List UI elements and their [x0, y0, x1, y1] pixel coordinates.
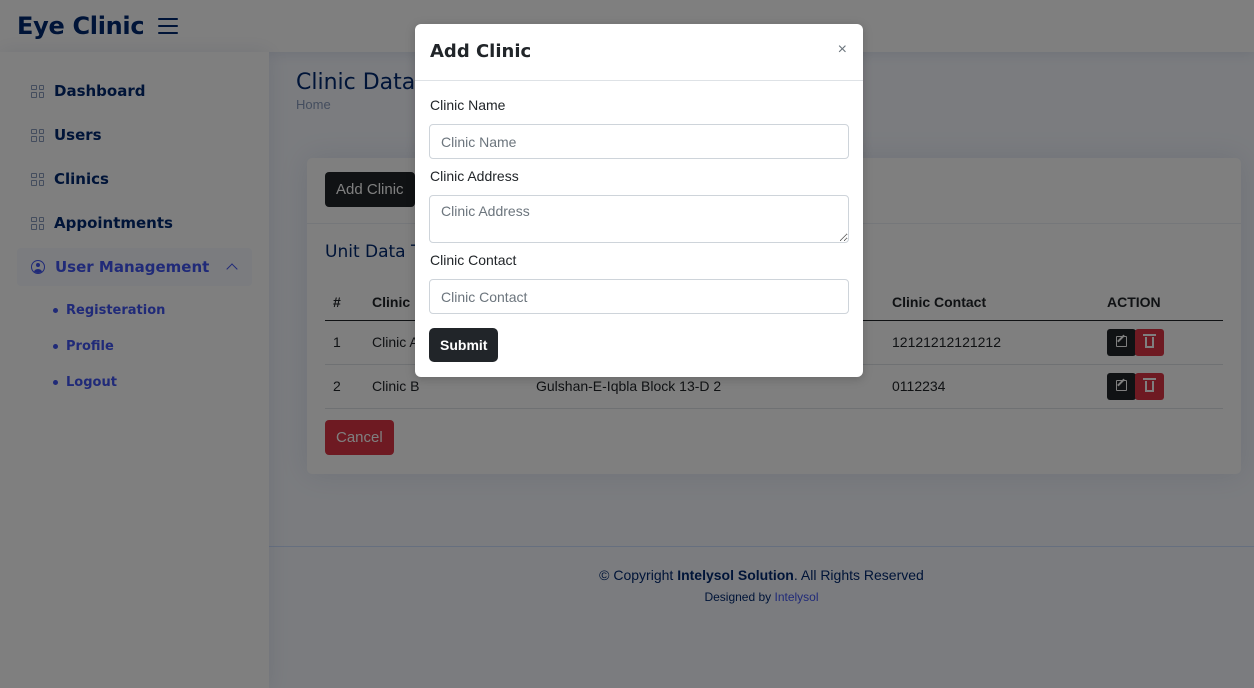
clinic-contact-label: Clinic Contact — [430, 252, 517, 268]
add-clinic-modal: Add Clinic × Clinic Name Clinic Address … — [415, 24, 863, 377]
clinic-name-label: Clinic Name — [430, 97, 506, 113]
close-icon[interactable]: × — [838, 42, 847, 58]
clinic-address-label: Clinic Address — [430, 168, 519, 184]
submit-button[interactable]: Submit — [429, 328, 499, 362]
modal-header: Add Clinic × — [415, 24, 863, 81]
clinic-contact-input[interactable] — [429, 279, 849, 314]
modal-title: Add Clinic — [430, 41, 532, 62]
clinic-address-input[interactable] — [429, 195, 849, 243]
clinic-name-input[interactable] — [429, 124, 849, 159]
